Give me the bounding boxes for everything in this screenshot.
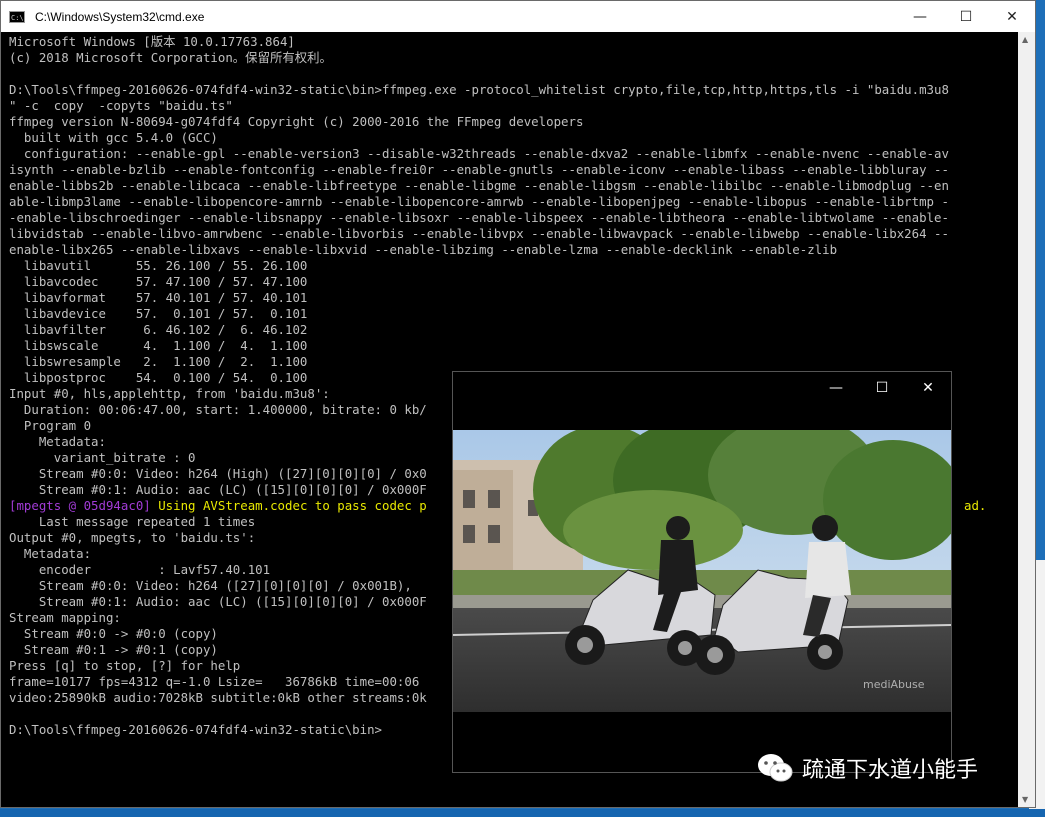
wechat-icon xyxy=(758,754,793,782)
video-logo-watermark: mediAbuse xyxy=(863,678,925,691)
watermark-text: 疏通下水道小能手 xyxy=(802,758,979,783)
console-line: libvidstab --enable-libvo-amrwbenc --ena… xyxy=(9,226,949,241)
minimize-button[interactable]: — xyxy=(897,1,943,32)
console-line: libswresample 2. 1.100 / 2. 1.100 xyxy=(9,354,308,369)
console-line: libavformat 57. 40.101 / 57. 40.101 xyxy=(9,290,308,305)
video-close-button[interactable]: ✕ xyxy=(905,372,951,404)
console-line: built with gcc 5.4.0 (GCC) xyxy=(9,130,218,145)
video-minimize-button[interactable]: — xyxy=(813,372,859,404)
taskbar-edge xyxy=(0,809,1045,817)
scroll-down-arrow-icon[interactable]: ▼ xyxy=(1022,795,1028,804)
vertical-scrollbar[interactable]: ▲ ▼ xyxy=(1018,32,1035,807)
wechat-watermark: 疏通下水道小能手 xyxy=(756,752,978,784)
video-scene-image: mediAbuse xyxy=(453,430,951,712)
video-titlebar[interactable]: — ☐ ✕ xyxy=(453,372,951,404)
cmd-app-icon: C:\ xyxy=(9,10,25,23)
console-line: libavcodec 57. 47.100 / 57. 47.100 xyxy=(9,274,308,289)
console-line: libavutil 55. 26.100 / 55. 26.100 xyxy=(9,258,308,273)
window-title: C:\Windows\System32\cmd.exe xyxy=(35,9,205,24)
console-line: Microsoft Windows [版本 10.0.17763.864] xyxy=(9,34,295,49)
log-warning-text: Using AVStream.codec to pass codec p xyxy=(158,498,427,513)
console-line: (c) 2018 Microsoft Corporation。保留所有权利。 xyxy=(9,50,332,65)
video-player-window[interactable]: — ☐ ✕ mediAbuse xyxy=(452,371,952,773)
cmd-titlebar[interactable]: C:\ C:\Windows\System32\cmd.exe — ☐ ✕ xyxy=(1,1,1035,32)
video-frame: mediAbuse xyxy=(453,430,951,712)
console-line: libavfilter 6. 46.102 / 6. 46.102 xyxy=(9,322,308,337)
console-line: enable-libx265 --enable-libxavs --enable… xyxy=(9,242,838,257)
video-maximize-button[interactable]: ☐ xyxy=(859,372,905,404)
log-warning-tail: ad. xyxy=(964,498,987,513)
console-line: libswscale 4. 1.100 / 4. 1.100 xyxy=(9,338,308,353)
log-tag: [mpegts @ 05d94ac0] xyxy=(9,498,159,513)
console-line: D:\Tools\ffmpeg-20160626-074fdf4-win32-s… xyxy=(9,82,949,97)
scroll-up-arrow-icon[interactable]: ▲ xyxy=(1022,35,1028,44)
close-button[interactable]: ✕ xyxy=(989,1,1035,32)
console-line: " -c copy -copyts "baidu.ts" xyxy=(9,98,233,113)
console-line: able-libmp3lame --enable-libopencore-amr… xyxy=(9,194,949,209)
console-line: -enable-libschroedinger --enable-libsnap… xyxy=(9,210,949,225)
console-line: enable-libbs2b --enable-libcaca --enable… xyxy=(9,178,949,193)
console-line: isynth --enable-bzlib --enable-fontconfi… xyxy=(9,162,949,177)
console-line: libavdevice 57. 0.101 / 57. 0.101 xyxy=(9,306,308,321)
console-line: configuration: --enable-gpl --enable-ver… xyxy=(9,146,949,161)
console-line: ffmpeg version N-80694-g074fdf4 Copyrigh… xyxy=(9,114,584,129)
maximize-button[interactable]: ☐ xyxy=(943,1,989,32)
